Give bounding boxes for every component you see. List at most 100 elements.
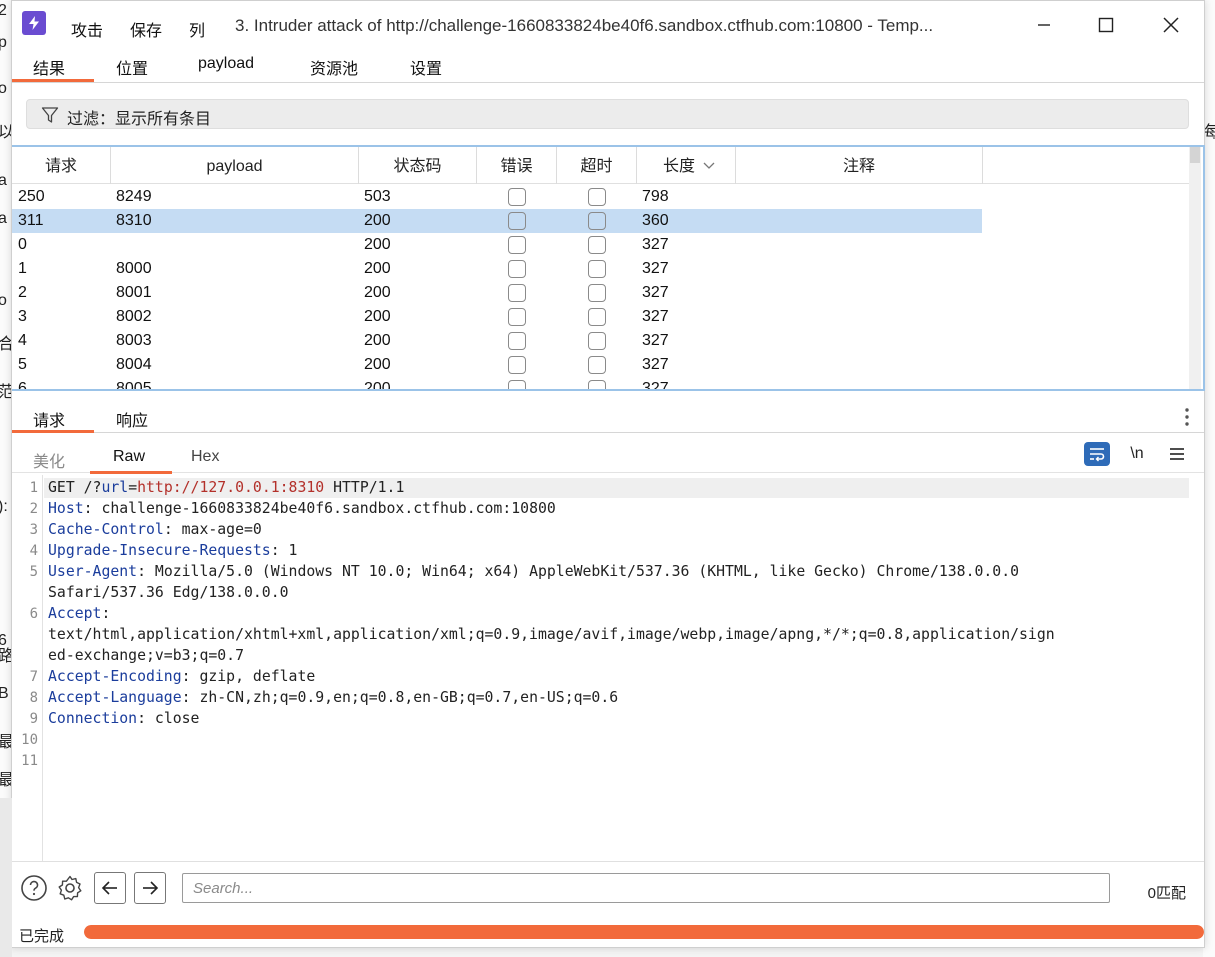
- table-scrollbar-thumb[interactable]: [1190, 147, 1200, 163]
- tab-results[interactable]: 结果: [33, 55, 65, 79]
- tab-raw[interactable]: Raw: [113, 448, 145, 466]
- request-line: ed-exchange;v=b3;q=0.7: [48, 647, 244, 664]
- header-key: Upgrade-Insecure-Requests: [48, 542, 271, 559]
- view-tabs: 美化 Raw Hex: [12, 441, 1204, 473]
- results-table: 请求 payload 状态码 错误 超时 长度 注释 250 8249 503 798…: [12, 145, 1205, 391]
- timeout-checkbox[interactable]: [588, 356, 606, 374]
- menu-attack[interactable]: 攻击: [71, 17, 103, 41]
- maximize-button[interactable]: [1086, 11, 1126, 39]
- cell-status: 200: [364, 308, 391, 325]
- background-text-fragment: p: [0, 34, 7, 51]
- request-text: : 1: [270, 542, 298, 559]
- col-payload[interactable]: payload: [111, 147, 359, 184]
- line-number: 10: [21, 732, 38, 748]
- search-input[interactable]: [182, 873, 1110, 903]
- request-line: Accept:: [48, 605, 110, 622]
- hamburger-menu-icon[interactable]: [1164, 442, 1190, 466]
- cell-payload: 8002: [116, 308, 152, 325]
- col-comment[interactable]: 注释: [736, 147, 983, 184]
- table-row[interactable]: 311 8310 200 360: [12, 209, 982, 233]
- table-scrollbar[interactable]: [1189, 147, 1201, 389]
- error-checkbox[interactable]: [508, 332, 526, 350]
- tab-resource-pool[interactable]: 资源池: [310, 55, 358, 79]
- table-row[interactable]: 5 8004 200 327: [12, 353, 982, 377]
- col-status[interactable]: 状态码: [359, 147, 477, 184]
- title-bar: 攻击 保存 列 3. Intruder attack of http://cha…: [12, 1, 1204, 49]
- cell-request: 2: [18, 284, 27, 301]
- background-text-fragment: ):: [0, 498, 8, 515]
- timeout-checkbox[interactable]: [588, 260, 606, 278]
- word-wrap-icon[interactable]: [1084, 442, 1110, 466]
- col-length[interactable]: 长度: [637, 147, 736, 184]
- cell-request: 5: [18, 356, 27, 373]
- close-button[interactable]: [1151, 11, 1191, 39]
- col-error[interactable]: 错误: [477, 147, 557, 184]
- error-checkbox[interactable]: [508, 380, 526, 389]
- request-line: User-Agent: Mozilla/5.0 (Windows NT 10.0…: [48, 563, 1019, 580]
- cell-payload: 8310: [116, 212, 152, 229]
- show-newlines-toggle[interactable]: \n: [1124, 442, 1150, 466]
- col-length-label: 长度: [662, 158, 695, 175]
- tab-positions[interactable]: 位置: [116, 55, 148, 79]
- timeout-checkbox[interactable]: [588, 284, 606, 302]
- request-editor[interactable]: 1 2 3 4 5 6 7 8 9 10 11 GET /?url=http://127.0.0.1…: [12, 475, 1204, 861]
- previous-match-button[interactable]: [94, 872, 126, 904]
- burp-logo-icon: [22, 11, 46, 35]
- line-number: 9: [29, 711, 38, 727]
- next-match-button[interactable]: [134, 872, 166, 904]
- help-icon[interactable]: [18, 872, 50, 904]
- background-text-fragment: o: [0, 80, 7, 97]
- table-row[interactable]: 250 8249 503 798: [12, 185, 982, 209]
- attack-progress-fill: [84, 925, 1204, 939]
- menu-columns[interactable]: 列: [189, 17, 205, 41]
- table-row[interactable]: 6 8005 200 327: [12, 377, 982, 391]
- cell-status: 200: [364, 356, 391, 373]
- tab-settings[interactable]: 设置: [410, 55, 442, 79]
- error-checkbox[interactable]: [508, 308, 526, 326]
- table-row[interactable]: 1 8000 200 327: [12, 257, 982, 281]
- more-options-icon[interactable]: [1184, 407, 1190, 427]
- error-checkbox[interactable]: [508, 236, 526, 254]
- cell-request: 6: [18, 380, 27, 391]
- tab-payloads[interactable]: payload: [198, 55, 254, 73]
- main-tabs: 结果 位置 payload 资源池 设置: [12, 49, 1204, 83]
- tab-request[interactable]: 请求: [33, 407, 65, 431]
- error-checkbox[interactable]: [508, 284, 526, 302]
- timeout-checkbox[interactable]: [588, 332, 606, 350]
- tab-pretty[interactable]: 美化: [33, 448, 65, 472]
- header-key: Host: [48, 500, 84, 517]
- table-row[interactable]: 4 8003 200 327: [12, 329, 982, 353]
- error-checkbox[interactable]: [508, 356, 526, 374]
- line-number-gutter: 1 2 3 4 5 6 7 8 9 10 11: [12, 475, 43, 861]
- request-text: GET /?: [48, 479, 102, 496]
- error-checkbox[interactable]: [508, 260, 526, 278]
- error-checkbox[interactable]: [508, 188, 526, 206]
- line-number: 3: [29, 522, 38, 538]
- timeout-checkbox[interactable]: [588, 236, 606, 254]
- timeout-checkbox[interactable]: [588, 212, 606, 230]
- table-row[interactable]: 3 8002 200 327: [12, 305, 982, 329]
- request-line: Cache-Control: max-age=0: [48, 521, 262, 538]
- table-row[interactable]: 0 200 327: [12, 233, 982, 257]
- tab-response[interactable]: 响应: [116, 407, 148, 431]
- timeout-checkbox[interactable]: [588, 188, 606, 206]
- active-view-tab-indicator: [90, 471, 172, 474]
- timeout-checkbox[interactable]: [588, 308, 606, 326]
- filter-label: 过滤：显示所有条目: [67, 111, 212, 128]
- cell-status: 200: [364, 332, 391, 349]
- col-request[interactable]: 请求: [12, 147, 111, 184]
- table-row[interactable]: 2 8001 200 327: [12, 281, 982, 305]
- cell-length: 327: [642, 260, 669, 277]
- menu-save[interactable]: 保存: [130, 17, 162, 41]
- col-timeout[interactable]: 超时: [557, 147, 637, 184]
- line-number: 8: [29, 690, 38, 706]
- tab-hex[interactable]: Hex: [191, 448, 219, 466]
- settings-gear-icon[interactable]: [54, 872, 86, 904]
- cell-status: 200: [364, 212, 391, 229]
- filter-bar[interactable]: 过滤：显示所有条目: [26, 99, 1189, 129]
- error-checkbox[interactable]: [508, 212, 526, 230]
- minimize-button[interactable]: [1024, 11, 1064, 39]
- timeout-checkbox[interactable]: [588, 380, 606, 389]
- request-text: : close: [137, 710, 200, 727]
- line-number: 2: [29, 501, 38, 517]
